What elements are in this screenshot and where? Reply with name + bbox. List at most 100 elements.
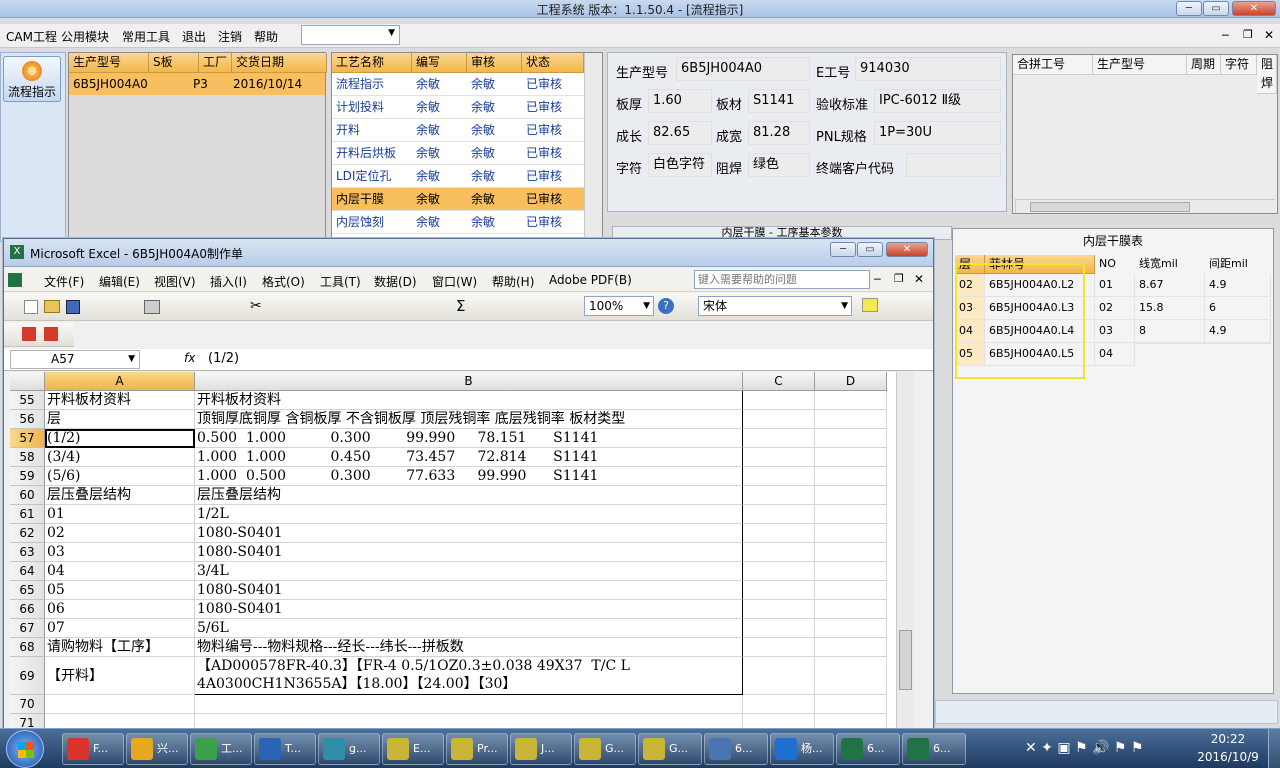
help-icon[interactable]: ? — [658, 298, 674, 314]
cell-a[interactable]: 开料板材资料 — [45, 391, 195, 410]
col-header-status[interactable]: 状态 — [522, 53, 584, 73]
open-folder-icon[interactable] — [44, 300, 60, 313]
col-header-line-width[interactable]: 线宽mil — [1135, 255, 1205, 273]
cell-a[interactable]: 03 — [45, 543, 195, 562]
menu-exit[interactable]: 退出 — [182, 28, 206, 45]
row-header[interactable]: 60 — [10, 486, 45, 505]
field-width[interactable]: 81.28 — [748, 121, 810, 145]
fill-color-icon[interactable] — [862, 298, 878, 312]
row-header[interactable]: 59 — [10, 467, 45, 486]
excel-close-button[interactable]: ✕ — [886, 242, 928, 257]
row-header[interactable]: 68 — [10, 638, 45, 657]
name-box[interactable]: A57 ▼ — [10, 350, 140, 369]
cell-a[interactable]: 层压叠层结构 — [45, 486, 195, 505]
save-icon[interactable] — [66, 300, 80, 314]
cell-d[interactable] — [815, 562, 887, 581]
autosum-icon[interactable]: Σ — [456, 297, 465, 315]
row-header[interactable]: 63 — [10, 543, 45, 562]
cell-b[interactable]: 5/6L — [195, 619, 743, 638]
font-select[interactable]: 宋体 ▼ — [698, 296, 852, 316]
cell-c[interactable] — [743, 467, 815, 486]
row-header[interactable]: 57 — [10, 429, 45, 448]
menu-cam[interactable]: CAM工程 — [6, 28, 57, 45]
doc-minimize-icon[interactable]: ─ — [874, 273, 881, 286]
excel-menu-edit[interactable]: 编辑(E) — [99, 273, 140, 290]
col-header-writer[interactable]: 编写 — [412, 53, 467, 73]
col-header-period[interactable]: 周期 — [1187, 55, 1221, 75]
cell-a[interactable]: 04 — [45, 562, 195, 581]
taskbar-item[interactable]: 6... — [836, 733, 900, 765]
cell-a[interactable]: 请购物料【工序】 — [45, 638, 195, 657]
mdi-close-icon[interactable]: ✕ — [1264, 28, 1274, 42]
cell-c[interactable] — [743, 524, 815, 543]
maximize-button[interactable]: ▭ — [1203, 1, 1229, 16]
table-row[interactable]: 内层干膜 余敏 余敏 已审核 — [332, 188, 584, 211]
col-header-merge-mask[interactable]: 阻焊 — [1257, 55, 1277, 94]
cell-b[interactable]: 1080-S0401 — [195, 581, 743, 600]
cell-d[interactable] — [815, 467, 887, 486]
table-row[interactable]: 开料后烘板 余敏 余敏 已审核 — [332, 142, 584, 165]
excel-menu-adobe[interactable]: Adobe PDF(B) — [549, 273, 632, 287]
cell-c[interactable] — [743, 657, 815, 695]
doc-restore-icon[interactable]: ❐ — [894, 272, 904, 285]
cell-a[interactable]: (3/4) — [45, 448, 195, 467]
row-header[interactable]: 69 — [10, 657, 45, 695]
cell-a[interactable]: 06 — [45, 600, 195, 619]
excel-menu-view[interactable]: 视图(V) — [154, 273, 196, 290]
cell-d[interactable] — [815, 429, 887, 448]
cell-b[interactable]: 1080-S0401 — [195, 600, 743, 619]
cell-b[interactable]: 开料板材资料 — [195, 391, 743, 410]
menu-common-tools[interactable]: 常用工具 — [122, 28, 170, 45]
doc-close-icon[interactable]: ✕ — [914, 272, 924, 286]
select-all-corner[interactable] — [10, 372, 45, 391]
table-row[interactable]: 内层蚀刻 余敏 余敏 已审核 — [332, 211, 584, 234]
field-material[interactable]: S1141 — [748, 89, 810, 113]
row-header[interactable]: 58 — [10, 448, 45, 467]
col-header-no[interactable]: NO — [1095, 255, 1135, 273]
field-prod-model[interactable]: 6B5JH004A0 — [676, 57, 810, 81]
taskbar-item[interactable]: 杨... — [770, 733, 834, 765]
cell-c[interactable] — [743, 562, 815, 581]
cell-a[interactable] — [45, 695, 195, 714]
excel-menu-tools[interactable]: 工具(T) — [320, 273, 361, 290]
field-e-no[interactable]: 914030 — [855, 57, 1001, 81]
scroll-thumb[interactable] — [1030, 202, 1190, 212]
merge-hscrollbar[interactable] — [1015, 199, 1275, 213]
show-desktop-button[interactable] — [1268, 729, 1280, 768]
taskbar-item[interactable]: T... — [254, 733, 316, 765]
cell-d[interactable] — [815, 600, 887, 619]
cell-c[interactable] — [743, 505, 815, 524]
cell-d[interactable] — [815, 524, 887, 543]
menu-logout[interactable]: 注销 — [218, 28, 242, 45]
field-mask[interactable]: 绿色 — [748, 153, 810, 177]
cell-a[interactable]: (5/6) — [45, 467, 195, 486]
taskbar-item[interactable]: 6... — [902, 733, 966, 765]
col-header-merge-model[interactable]: 生产型号 — [1093, 55, 1187, 75]
table-row[interactable]: LDI定位孔 余敏 余敏 已审核 — [332, 165, 584, 188]
cell-a[interactable]: 05 — [45, 581, 195, 600]
flow-indicator-button[interactable]: ⊚ 流程指示 — [3, 56, 61, 102]
cell-a[interactable]: 02 — [45, 524, 195, 543]
cell-d[interactable] — [815, 486, 887, 505]
cell-b[interactable]: 1080-S0401 — [195, 524, 743, 543]
excel-menu-help[interactable]: 帮助(H) — [492, 273, 534, 290]
cell-d[interactable] — [815, 505, 887, 524]
cell-d[interactable] — [815, 657, 887, 695]
row-header[interactable]: 55 — [10, 391, 45, 410]
row-header[interactable]: 67 — [10, 619, 45, 638]
cell-c[interactable] — [743, 486, 815, 505]
cell-b[interactable]: 1.000 0.500 0.300 77.633 99.990 S1141 — [195, 467, 743, 486]
col-header-a[interactable]: A — [45, 372, 195, 391]
print-icon[interactable] — [144, 300, 160, 314]
row-header[interactable]: 70 — [10, 695, 45, 714]
process-scrollbar[interactable] — [584, 53, 602, 241]
field-pnl[interactable]: 1P=30U — [874, 121, 1001, 145]
start-button[interactable] — [6, 730, 44, 768]
row-header[interactable]: 64 — [10, 562, 45, 581]
clock-time[interactable]: 20:22 — [1196, 732, 1260, 746]
new-file-icon[interactable] — [24, 300, 38, 314]
cell-c[interactable] — [743, 410, 815, 429]
help-search-input[interactable] — [694, 270, 870, 289]
col-header-factory[interactable]: 工厂 — [199, 53, 232, 73]
cell-c[interactable] — [743, 581, 815, 600]
